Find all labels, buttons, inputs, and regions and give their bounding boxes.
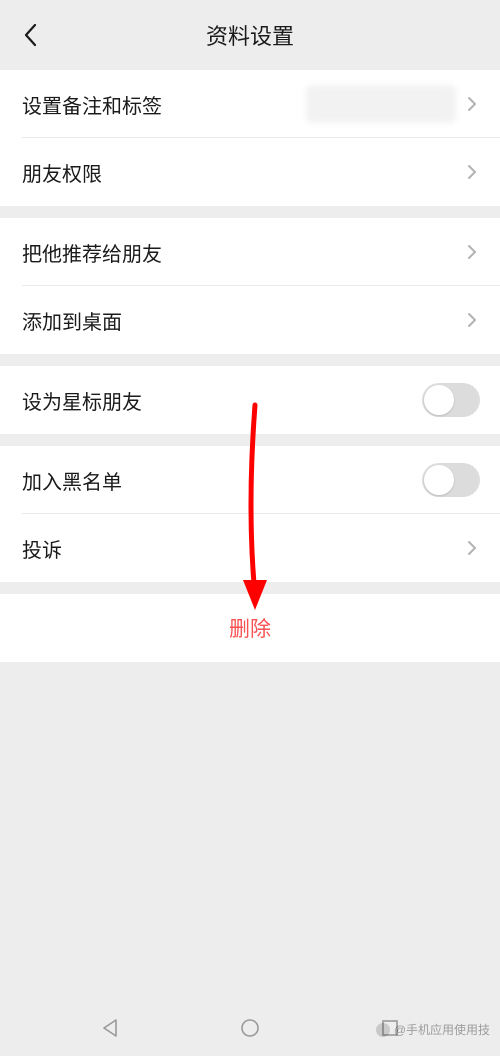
row-right [422, 463, 480, 497]
settings-group-2: 把他推荐给朋友 添加到桌面 [0, 218, 500, 354]
toggle-star-friend[interactable] [422, 383, 480, 417]
delete-label: 删除 [229, 613, 271, 643]
delete-button[interactable]: 删除 [0, 594, 500, 662]
row-right [464, 244, 480, 260]
chevron-right-icon [464, 244, 480, 260]
chevron-right-icon [464, 312, 480, 328]
row-friend-permission[interactable]: 朋友权限 [0, 138, 500, 206]
row-add-to-desktop[interactable]: 添加到桌面 [0, 286, 500, 354]
toggle-knob [424, 385, 454, 415]
toggle-blacklist[interactable] [422, 463, 480, 497]
watermark-text: @手机应用使用技 [394, 1021, 490, 1038]
nav-back-icon[interactable] [97, 1015, 123, 1041]
chevron-right-icon [464, 96, 480, 112]
row-label: 设置备注和标签 [22, 90, 162, 119]
delete-group: 删除 [0, 594, 500, 662]
row-label: 朋友权限 [22, 158, 102, 187]
watermark: @手机应用使用技 [376, 1021, 490, 1038]
back-button[interactable] [15, 20, 45, 50]
row-right [464, 540, 480, 556]
row-label: 加入黑名单 [22, 466, 122, 495]
row-recommend-to-friends[interactable]: 把他推荐给朋友 [0, 218, 500, 286]
row-label: 把他推荐给朋友 [22, 238, 162, 267]
page-title: 资料设置 [206, 19, 294, 51]
watermark-avatar-icon [376, 1023, 390, 1037]
nav-home-icon[interactable] [237, 1015, 263, 1041]
settings-group-1: 设置备注和标签 朋友权限 [0, 70, 500, 206]
chevron-right-icon [464, 540, 480, 556]
row-label: 添加到桌面 [22, 306, 122, 335]
header: 资料设置 [0, 0, 500, 70]
chevron-right-icon [464, 164, 480, 180]
settings-group-3: 设为星标朋友 [0, 366, 500, 434]
row-right [306, 85, 480, 123]
row-complaint[interactable]: 投诉 [0, 514, 500, 582]
settings-group-4: 加入黑名单 投诉 [0, 446, 500, 582]
row-label: 投诉 [22, 534, 62, 563]
row-right [464, 312, 480, 328]
toggle-knob [424, 465, 454, 495]
row-label: 设为星标朋友 [22, 386, 142, 415]
blurred-value [306, 85, 456, 123]
row-set-remark-tags[interactable]: 设置备注和标签 [0, 70, 500, 138]
row-blacklist[interactable]: 加入黑名单 [0, 446, 500, 514]
row-right [422, 383, 480, 417]
row-star-friend[interactable]: 设为星标朋友 [0, 366, 500, 434]
chevron-left-icon [23, 23, 37, 47]
row-right [464, 164, 480, 180]
